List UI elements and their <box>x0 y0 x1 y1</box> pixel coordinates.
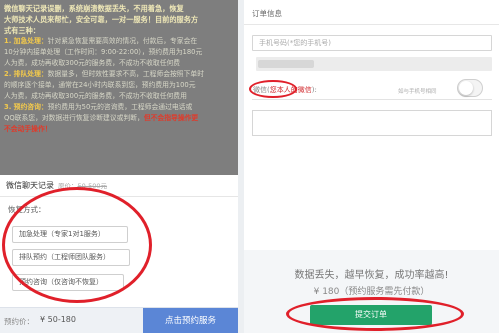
plan-option-consult[interactable]: 预约咨询（仅咨询不恢复） <box>12 274 124 291</box>
same-as-phone-toggle[interactable] <box>457 79 483 97</box>
option-urgent-desc-3: 人为费，成功再收取300元的服务费，不成功不收取任何费 <box>4 59 181 67</box>
intro-line: 微信聊天记录误删，系统崩溃数据丢失，不用着急，恢复 <box>4 4 184 13</box>
form-title: 订单信息 <box>252 9 282 18</box>
option-urgent-desc-2: 10分钟内接单处理（工作时间：9:00-22:00），预约费用为180元 <box>4 48 203 56</box>
plan-option-queue[interactable]: 排队预约（工程师团队服务） <box>12 249 130 266</box>
option-queue-desc-2: 的顺序逐个接单，通常在24小时内联系到您，预约费用为100元 <box>4 81 196 89</box>
plans-label: 恢复方式： <box>8 205 46 214</box>
right-panel: 订单信息 手机号码(*您的手机号) 微信(您本人的微信): 如与手机号相同 数据… <box>244 0 499 333</box>
book-service-button[interactable]: 点击预约服务 <box>143 308 238 333</box>
option-consult-desc-2: QQ联系您，对数据进行恢复诊断建议或判断，但不会指导操作更 <box>4 114 199 122</box>
left-panel: 微信聊天记录误删，系统崩溃数据丢失，不用着急，恢复 大师技术人员来帮忙，安全可靠… <box>0 0 238 333</box>
service-title: 微信聊天记录 <box>6 181 54 190</box>
wechat-field[interactable]: 微信(您本人的微信): 如与手机号相同 <box>252 79 492 100</box>
service-row: 微信聊天记录 原价：50-500元 <box>0 175 238 197</box>
submit-order-button[interactable]: 提交订单 <box>310 305 432 325</box>
divider <box>244 24 499 25</box>
phone-placeholder: 手机号码(*您的手机号) <box>259 39 331 47</box>
order-form: 订单信息 手机号码(*您的手机号) 微信(您本人的微信): 如与手机号相同 <box>244 0 499 250</box>
same-as-phone-label: 如与手机号相同 <box>398 89 437 95</box>
option-queue-desc-3: 人为费，成功再收取300元的服务费，不成功不收取任何费用 <box>4 92 187 100</box>
price-value: ¥ 50-180 <box>40 315 76 324</box>
phone-input[interactable]: 手机号码(*您的手机号) <box>252 35 492 51</box>
payment-note: ¥ 180（预约服务需先付款） <box>313 287 430 297</box>
intro-line: 大师技术人员来帮忙，安全可靠，一对一服务！目前的服务方 <box>4 15 199 24</box>
remark-textarea[interactable] <box>252 110 492 136</box>
wechat-label: 微信(您本人的微信): <box>253 86 317 94</box>
intro-line: 式有三种： <box>4 26 40 35</box>
redacted-field <box>256 57 492 71</box>
plan-option-urgent[interactable]: 加急处理（专家1对1服务） <box>12 226 128 243</box>
option-urgent-desc: 1. 加急处理：针对紧急恢复需要高效的情况，付款后，专家会在 <box>4 37 198 45</box>
option-consult-desc: 3. 预约咨询：预约费用为50元的咨询费，工程师会通过电话或 <box>4 103 193 111</box>
option-queue-desc: 2. 排队处理：数据量多，但时效性要求不高，工程师会按照下单时 <box>4 70 204 78</box>
option-consult-desc-3: 不会动手操作！ <box>4 125 52 133</box>
price-label: 预约价： <box>4 317 34 326</box>
tagline: 数据丢失，越早恢复，成功率越高! <box>294 270 449 281</box>
service-intro: 微信聊天记录误删，系统崩溃数据丢失，不用着急，恢复 大师技术人员来帮忙，安全可靠… <box>0 0 238 175</box>
original-price: 原价：50-500元 <box>58 182 108 190</box>
price-bar: 预约价： ¥ 50-180 点击预约服务 <box>0 307 238 333</box>
